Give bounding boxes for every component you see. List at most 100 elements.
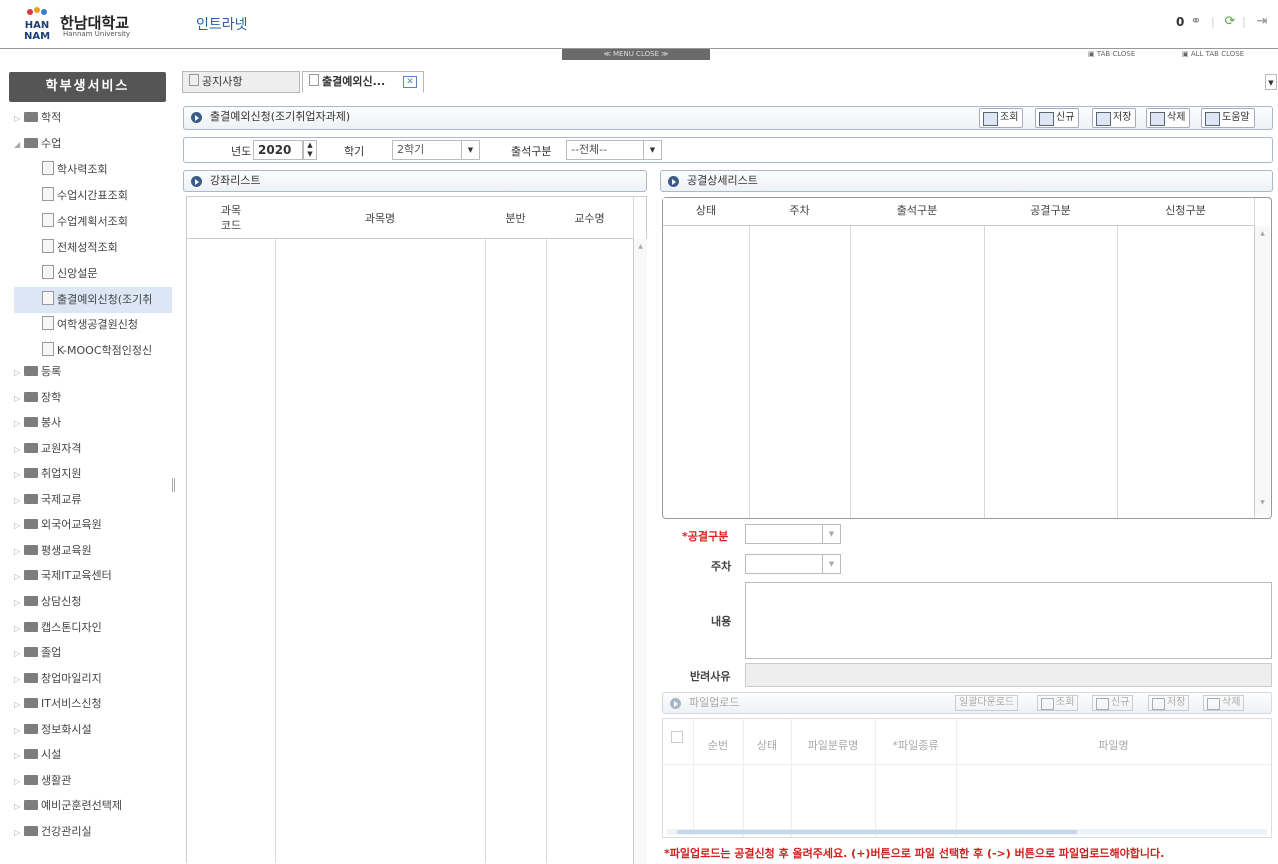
tab-close-icon[interactable]: ✕	[403, 76, 417, 88]
year-input[interactable]: 2020	[253, 140, 303, 160]
expand-arrow-icon[interactable]: ▷	[14, 619, 24, 639]
expand-arrow-icon[interactable]: ▷	[14, 797, 24, 817]
sidebar-item[interactable]: ▷ 학적	[14, 108, 61, 128]
help-button[interactable]: 도움말	[1201, 108, 1255, 128]
chevron-down-icon[interactable]: ▼	[644, 140, 662, 160]
reject-reason-label: 반려사유	[690, 670, 731, 683]
sidebar-item[interactable]: ▷ 상담신청	[14, 592, 81, 612]
sidebar-item[interactable]: ▷ 정보화시설	[14, 720, 92, 740]
expand-arrow-icon[interactable]: ▷	[14, 823, 24, 843]
sidebar-item[interactable]: ▷ 봉사	[14, 413, 61, 433]
sidebar-item[interactable]: ▷ 취업지원	[14, 464, 81, 484]
expand-arrow-icon[interactable]: ▷	[14, 567, 24, 587]
sidebar-item[interactable]: ▷ 졸업	[14, 643, 61, 663]
tab-notice[interactable]: 공지사항	[182, 71, 300, 93]
select-all-checkbox[interactable]	[671, 731, 683, 743]
expand-arrow-icon[interactable]: ▷	[14, 516, 24, 536]
semester-select[interactable]: 2학기	[392, 140, 462, 160]
link-icon[interactable]: ⚭	[1188, 14, 1204, 30]
lecture-list-grid: 과목 코드 과목명 분반 교수명 ▲	[186, 196, 647, 864]
lecture-scrollbar[interactable]: ▲	[633, 239, 647, 864]
upload-new-button[interactable]: 신규	[1092, 695, 1134, 711]
expand-arrow-icon[interactable]: ▷	[14, 465, 24, 485]
upload-delete-button[interactable]: 삭제	[1203, 695, 1245, 711]
sidebar-item[interactable]: ▷ IT서비스신청	[14, 694, 102, 714]
expand-arrow-icon[interactable]: ▷	[14, 440, 24, 460]
search-button[interactable]: 조회	[979, 108, 1024, 128]
expand-arrow-icon[interactable]: ▷	[14, 363, 24, 383]
expand-arrow-icon[interactable]: ▷	[14, 414, 24, 434]
expand-arrow-icon[interactable]: ▷	[14, 670, 24, 690]
sidebar-item[interactable]: ▷ 창업마일리지	[14, 669, 102, 689]
logout-icon[interactable]: ⇥	[1254, 14, 1270, 30]
col-subject-name: 과목명	[364, 212, 396, 225]
sidebar-subitem-label: 전체성적조회	[57, 240, 118, 254]
tab-list-dropdown[interactable]: ▼	[1265, 74, 1277, 90]
upload-save-button[interactable]: 저장	[1148, 695, 1190, 711]
bulk-download-button[interactable]: 일괄다운로드	[955, 695, 1019, 711]
attendance-type-select[interactable]: --전체--	[566, 140, 644, 160]
all-tab-close-button[interactable]: ▣ ALL TAB CLOSE	[1182, 50, 1244, 58]
sidebar-item[interactable]: ▷ 생활관	[14, 771, 71, 791]
sidebar-subitem[interactable]: 전체성적조회	[42, 235, 118, 261]
content-textarea[interactable]	[745, 582, 1272, 659]
sidebar-item[interactable]: ▷ 국제교류	[14, 490, 81, 510]
expand-arrow-icon[interactable]: ▷	[14, 491, 24, 511]
sidebar-item[interactable]: ▷ 시설	[14, 745, 61, 765]
expand-arrow-icon[interactable]: ▷	[14, 746, 24, 766]
year-stepper[interactable]: ▲ ▼	[303, 140, 317, 160]
expand-arrow-icon[interactable]: ▷	[14, 644, 24, 664]
tab-close-button[interactable]: ▣ TAB CLOSE	[1088, 50, 1135, 58]
sidebar-item[interactable]: ◢ 수업	[14, 134, 61, 154]
expand-arrow-icon[interactable]: ▷	[14, 389, 24, 409]
delete-icon	[1207, 698, 1220, 710]
button-label: 삭제	[1167, 112, 1186, 123]
sidebar-subitem[interactable]: 출결예외신청(조기취	[14, 286, 172, 313]
upload-grid: 순번 상태 파일분류명 *파일종류 파일명	[662, 718, 1272, 838]
expand-arrow-icon[interactable]: ▷	[14, 109, 24, 129]
sidebar-splitter-handle[interactable]	[172, 478, 175, 492]
sidebar-item[interactable]: ▷ 교원자격	[14, 439, 81, 459]
sidebar-item[interactable]: ▷ 국제IT교육센터	[14, 566, 112, 586]
sidebar-item[interactable]: ▷ 예비군훈련선택제	[14, 796, 122, 816]
delete-button[interactable]: 삭제	[1146, 108, 1191, 128]
upload-grid-header: 순번 상태 파일분류명 *파일종류 파일명	[663, 719, 1271, 765]
expand-arrow-icon[interactable]: ▷	[14, 593, 24, 613]
expand-arrow-icon[interactable]: ▷	[14, 542, 24, 562]
sidebar-subitem[interactable]: 여학생공결원신청	[42, 312, 138, 338]
button-label: 저장	[1113, 112, 1132, 123]
notification-count: 0	[1176, 15, 1185, 29]
expand-arrow-icon[interactable]: ◢	[14, 135, 24, 155]
sidebar-subitem[interactable]: 수업시간표조회	[42, 183, 128, 209]
detail-scrollbar[interactable]: ▲ ▼	[1254, 226, 1270, 516]
university-logo-icon[interactable]: HAN NAM	[22, 6, 52, 42]
sidebar-subitem[interactable]: 신앙설문	[42, 261, 97, 287]
sidebar-subitem[interactable]: K-MOOC학점인정신	[42, 338, 152, 364]
new-button[interactable]: 신규	[1035, 108, 1080, 128]
intranet-link[interactable]: 인트라넷	[196, 14, 248, 34]
upload-hscrollbar[interactable]	[667, 829, 1267, 835]
sidebar-item[interactable]: ▷ 평생교육원	[14, 541, 92, 561]
expand-arrow-icon[interactable]: ▷	[14, 772, 24, 792]
save-button[interactable]: 저장	[1092, 108, 1137, 128]
refresh-icon[interactable]: ⟳	[1222, 14, 1238, 30]
sidebar-item[interactable]: ▷ 장학	[14, 388, 61, 408]
chevron-down-icon[interactable]: ▼	[462, 140, 480, 160]
sidebar-subitem[interactable]: 학사력조회	[42, 157, 108, 183]
sidebar-item[interactable]: ▷ 외국어교육원	[14, 515, 102, 535]
sidebar-subitem-label: 출결예외신청(조기취	[57, 292, 153, 306]
chevron-down-icon[interactable]: ▼	[823, 554, 841, 574]
sidebar-item[interactable]: ▷ 건강관리실	[14, 822, 92, 842]
upload-search-button[interactable]: 조회	[1037, 695, 1079, 711]
menu-close-button[interactable]: ≪ MENU CLOSE ≫	[562, 49, 710, 60]
lecture-list-title: 강좌리스트	[210, 174, 261, 187]
expand-arrow-icon[interactable]: ▷	[14, 695, 24, 715]
sidebar-item[interactable]: ▷ 등록	[14, 362, 61, 382]
excuse-type-select[interactable]	[745, 524, 823, 544]
expand-arrow-icon[interactable]: ▷	[14, 721, 24, 741]
sidebar-item[interactable]: ▷ 캡스톤디자인	[14, 618, 102, 638]
chevron-down-icon[interactable]: ▼	[823, 524, 841, 544]
sidebar-subitem[interactable]: 수업계획서조회	[42, 209, 128, 235]
button-label: 신규	[1056, 112, 1075, 123]
week-select[interactable]	[745, 554, 823, 574]
